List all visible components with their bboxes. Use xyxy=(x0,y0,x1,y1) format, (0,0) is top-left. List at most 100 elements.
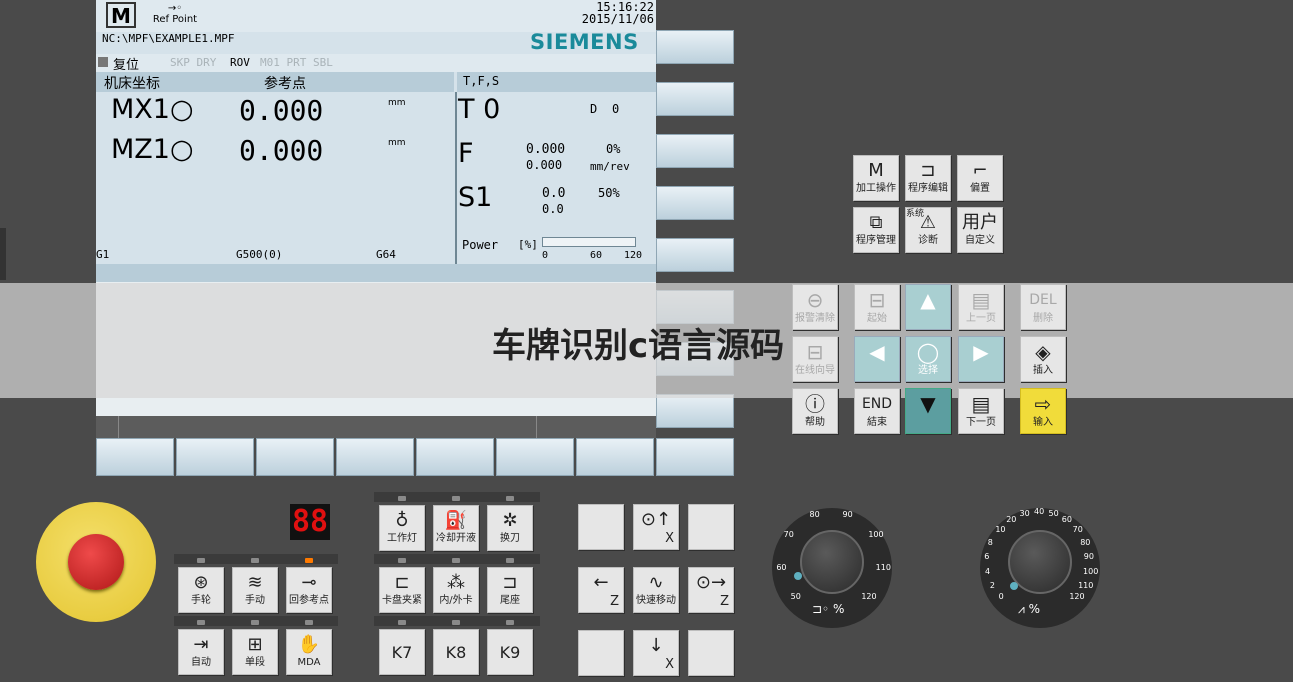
horizontal-softkey[interactable] xyxy=(496,438,574,476)
left-edge-tab xyxy=(0,228,6,280)
machine-key[interactable]: ⇥ 自动 xyxy=(178,629,224,675)
dial-tick-label: 100 xyxy=(868,530,884,540)
ref-point-mode[interactable]: →◦ Ref Point xyxy=(150,4,200,28)
jog-key[interactable]: ⊙↑ X xyxy=(633,504,679,550)
edit-key-11[interactable]: ⓘ 帮助 xyxy=(792,388,838,434)
machine-key[interactable]: ⊞ 单段 xyxy=(232,629,278,675)
status-led xyxy=(398,620,406,625)
machine-key-icon: ⊛ xyxy=(193,572,209,593)
vertical-softkey[interactable] xyxy=(656,134,734,168)
edit-key-13[interactable]: ▼ xyxy=(905,388,951,434)
machine-key[interactable]: ✲ 换刀 xyxy=(487,505,533,551)
spindle-actual: 0.0 xyxy=(542,186,566,201)
edit-key-label: 报警清除 xyxy=(795,313,835,324)
machine-key[interactable]: K7 xyxy=(379,629,425,675)
gcode-line: G1 G500(0) G64 xyxy=(96,248,454,264)
edit-key-5[interactable]: DEL 删除 xyxy=(1020,284,1066,330)
machine-key[interactable]: ⊛ 手轮 xyxy=(178,567,224,613)
horizontal-softkey[interactable] xyxy=(576,438,654,476)
tfs-panel: T 0 D 0 F 0.000 0.000 0% mm/rev S1 0.0 0… xyxy=(458,94,656,264)
coords-table: MX1○ 0.000 mm MZ1○ 0.000 mm xyxy=(96,94,454,174)
edit-key-7[interactable]: ◀ xyxy=(854,336,900,382)
edit-key-15[interactable]: ⇨ 输入 xyxy=(1020,388,1066,434)
machine-key[interactable]: K9 xyxy=(487,629,533,675)
edit-key-label: 插入 xyxy=(1033,365,1053,376)
edit-key-label: 起始 xyxy=(867,313,887,324)
tool-value: T 0 xyxy=(458,94,501,125)
jog-key[interactable]: ∿ 快速移动 xyxy=(633,567,679,613)
vertical-softkey[interactable] xyxy=(656,186,734,220)
func-key-icon: M xyxy=(868,160,884,181)
edit-key-12[interactable]: END 結束 xyxy=(854,388,900,434)
edit-key-9[interactable]: ▶ xyxy=(958,336,1004,382)
vertical-softkey[interactable] xyxy=(656,82,734,116)
machine-key[interactable]: ⁂ 内/外卡 xyxy=(433,567,479,613)
jog-key[interactable] xyxy=(578,504,624,550)
machine-key[interactable]: ♁ 工作灯 xyxy=(379,505,425,551)
jog-key-icon: ⊙→ xyxy=(695,572,727,593)
machine-mode-icon[interactable]: M xyxy=(106,2,136,28)
machine-key-label: K9 xyxy=(499,643,521,662)
axis-name: MZ1○ xyxy=(111,134,194,165)
edit-key-2[interactable]: ⊟ 起始 xyxy=(854,284,900,330)
jog-key[interactable]: ↓ X xyxy=(633,630,679,676)
edit-key-label: 帮助 xyxy=(805,417,825,428)
status-led xyxy=(197,620,205,625)
status-led xyxy=(251,620,259,625)
jog-key[interactable] xyxy=(688,630,734,676)
edit-key-10[interactable]: ◈ 插入 xyxy=(1020,336,1066,382)
horizontal-softkey[interactable] xyxy=(256,438,334,476)
edit-key-3[interactable]: ▲ xyxy=(905,284,951,330)
spindle-label: S1 xyxy=(458,182,493,213)
machine-key[interactable]: ⊸ 回参考点 xyxy=(286,567,332,613)
horizontal-softkey[interactable] xyxy=(416,438,494,476)
feed-override-knob[interactable] xyxy=(800,530,864,594)
dial-tick-label: 120 xyxy=(861,592,877,602)
machine-key[interactable]: K8 xyxy=(433,629,479,675)
vertical-softkey[interactable] xyxy=(656,394,734,428)
jog-key[interactable] xyxy=(688,504,734,550)
status-led xyxy=(506,620,514,625)
edit-key-label: 結束 xyxy=(867,417,887,428)
machine-key-icon: ⛽ xyxy=(444,510,468,531)
edit-key-icon: ◀ xyxy=(869,340,885,364)
machine-key[interactable]: ⊐ 尾座 xyxy=(487,567,533,613)
jog-key[interactable]: ⊙→ Z xyxy=(688,567,734,613)
machine-key[interactable]: ⛽ 冷却开液 xyxy=(433,505,479,551)
machine-key[interactable]: ≋ 手动 xyxy=(232,567,278,613)
vertical-softkey[interactable] xyxy=(656,30,734,64)
machine-key-label: 单段 xyxy=(245,657,265,668)
jog-key-icon: ∿ xyxy=(648,572,664,593)
jog-key[interactable]: ← Z xyxy=(578,567,624,613)
func-key-2[interactable]: ⊐ 程序编辑 xyxy=(905,155,951,201)
edit-key-14[interactable]: ▤ 下一页 xyxy=(958,388,1004,434)
edit-key-1[interactable]: ⊖ 报警清除 xyxy=(792,284,838,330)
edit-key-4[interactable]: ▤ 上一页 xyxy=(958,284,1004,330)
func-key-4[interactable]: ⧉ 程序管理 xyxy=(853,207,899,253)
machine-key-label: K8 xyxy=(445,643,467,662)
horizontal-softkey[interactable] xyxy=(176,438,254,476)
edit-key-8[interactable]: ◯ 选择 xyxy=(905,336,951,382)
horizontal-softkey[interactable] xyxy=(656,438,734,476)
machine-key-label: 自动 xyxy=(191,657,211,668)
brand-logo: SIEMENS xyxy=(530,30,639,54)
spindle-override-dial[interactable]: ⩘ % 0 2 4 6 8 10 20 30 40 50 60 70 80 90 100 110 120 xyxy=(980,507,1100,628)
gcode: G500(0) xyxy=(236,248,283,261)
edit-key-label: 上一页 xyxy=(966,313,996,324)
feed-override-dial[interactable]: ⊐◦ % 50 60 70 80 90 100 110 120 xyxy=(772,508,892,628)
edit-key-6[interactable]: ⊟ 在线向导 xyxy=(792,336,838,382)
emergency-stop-button[interactable] xyxy=(68,534,124,590)
func-key-5[interactable]: 系统 ⚠ 诊断 xyxy=(905,207,951,253)
func-key-1[interactable]: M 加工操作 xyxy=(853,155,899,201)
jog-key[interactable] xyxy=(578,630,624,676)
vertical-softkey[interactable] xyxy=(656,238,734,272)
func-key-6[interactable]: 用户 自定义 xyxy=(957,207,1003,253)
machine-key-icon: ⊸ xyxy=(301,572,317,593)
func-key-3[interactable]: ⌐ 偏置 xyxy=(957,155,1003,201)
machine-key[interactable]: ⊏ 卡盘夹紧 xyxy=(379,567,425,613)
func-key-icon: 用户 xyxy=(962,212,998,233)
machine-key[interactable]: ✋ MDA xyxy=(286,629,332,675)
horizontal-softkey[interactable] xyxy=(96,438,174,476)
horizontal-softkeys xyxy=(96,438,734,476)
horizontal-softkey[interactable] xyxy=(336,438,414,476)
